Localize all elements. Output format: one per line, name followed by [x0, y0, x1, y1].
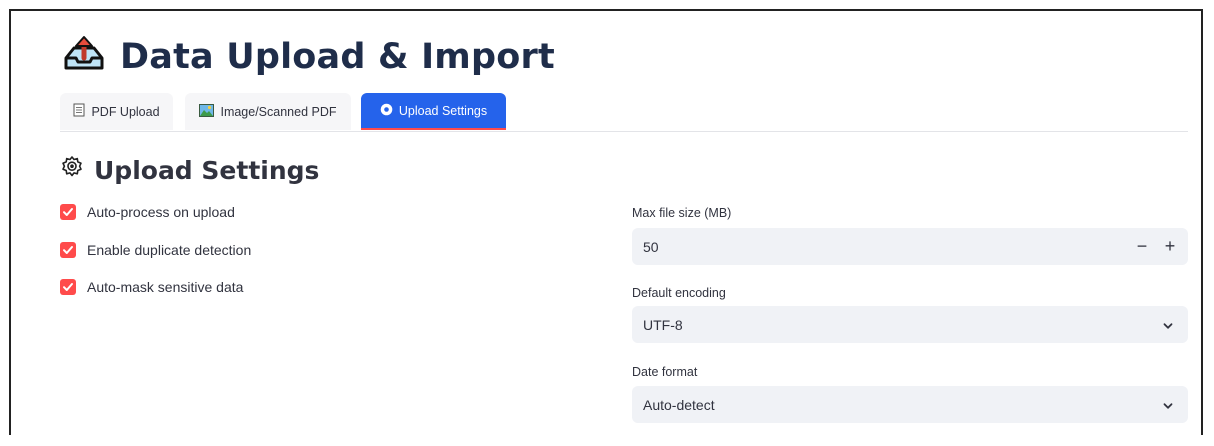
tab-pdf-upload[interactable]: PDF Upload: [60, 93, 173, 130]
tab-upload-settings[interactable]: Upload Settings: [361, 93, 506, 130]
picture-icon: [199, 103, 215, 120]
page-title-text: Data Upload & Import: [120, 36, 555, 77]
date-format-label: Date format: [632, 365, 698, 379]
chevron-down-icon[interactable]: [1162, 399, 1174, 411]
decrement-button[interactable]: −: [1128, 228, 1156, 265]
page-title: Data Upload & Import: [60, 34, 555, 79]
tab-label: Image/Scanned PDF: [220, 104, 337, 119]
checkbox-checked-icon[interactable]: [60, 242, 76, 258]
tab-label: Upload Settings: [398, 103, 488, 118]
default-encoding-label: Default encoding: [632, 286, 726, 300]
upload-tray-icon: [60, 34, 108, 79]
tab-image-scanned-pdf[interactable]: Image/Scanned PDF: [185, 93, 351, 130]
tab-label: PDF Upload: [91, 104, 160, 119]
checkbox-label: Auto-process on upload: [87, 204, 235, 220]
increment-button[interactable]: +: [1156, 228, 1184, 265]
checkbox-label: Enable duplicate detection: [87, 242, 252, 258]
max-file-size-label: Max file size (MB): [632, 206, 732, 220]
default-encoding-select[interactable]: UTF-8: [632, 306, 1188, 343]
section-title-text: Upload Settings: [94, 155, 320, 185]
gear-icon: [380, 103, 393, 119]
date-format-value: Auto-detect: [643, 396, 715, 413]
default-encoding-value: UTF-8: [643, 316, 683, 333]
max-file-size-input[interactable]: 50 − +: [632, 228, 1188, 265]
checkbox-duplicate-detection[interactable]: Enable duplicate detection: [60, 242, 251, 258]
checkbox-auto-process[interactable]: Auto-process on upload: [60, 204, 235, 220]
section-title: Upload Settings: [60, 155, 319, 185]
checkbox-checked-icon[interactable]: [60, 279, 76, 295]
document-icon: [73, 103, 85, 120]
date-format-select[interactable]: Auto-detect: [632, 386, 1188, 423]
checkbox-label: Auto-mask sensitive data: [87, 279, 244, 295]
gear-outline-icon: [60, 155, 84, 185]
chevron-down-icon[interactable]: [1162, 319, 1174, 331]
max-file-size-value[interactable]: 50: [643, 239, 659, 255]
checkbox-auto-mask[interactable]: Auto-mask sensitive data: [60, 279, 243, 295]
checkbox-checked-icon[interactable]: [60, 204, 76, 220]
tab-bar: PDF Upload Image/Scanned PDF Upload Sett…: [60, 93, 1188, 132]
